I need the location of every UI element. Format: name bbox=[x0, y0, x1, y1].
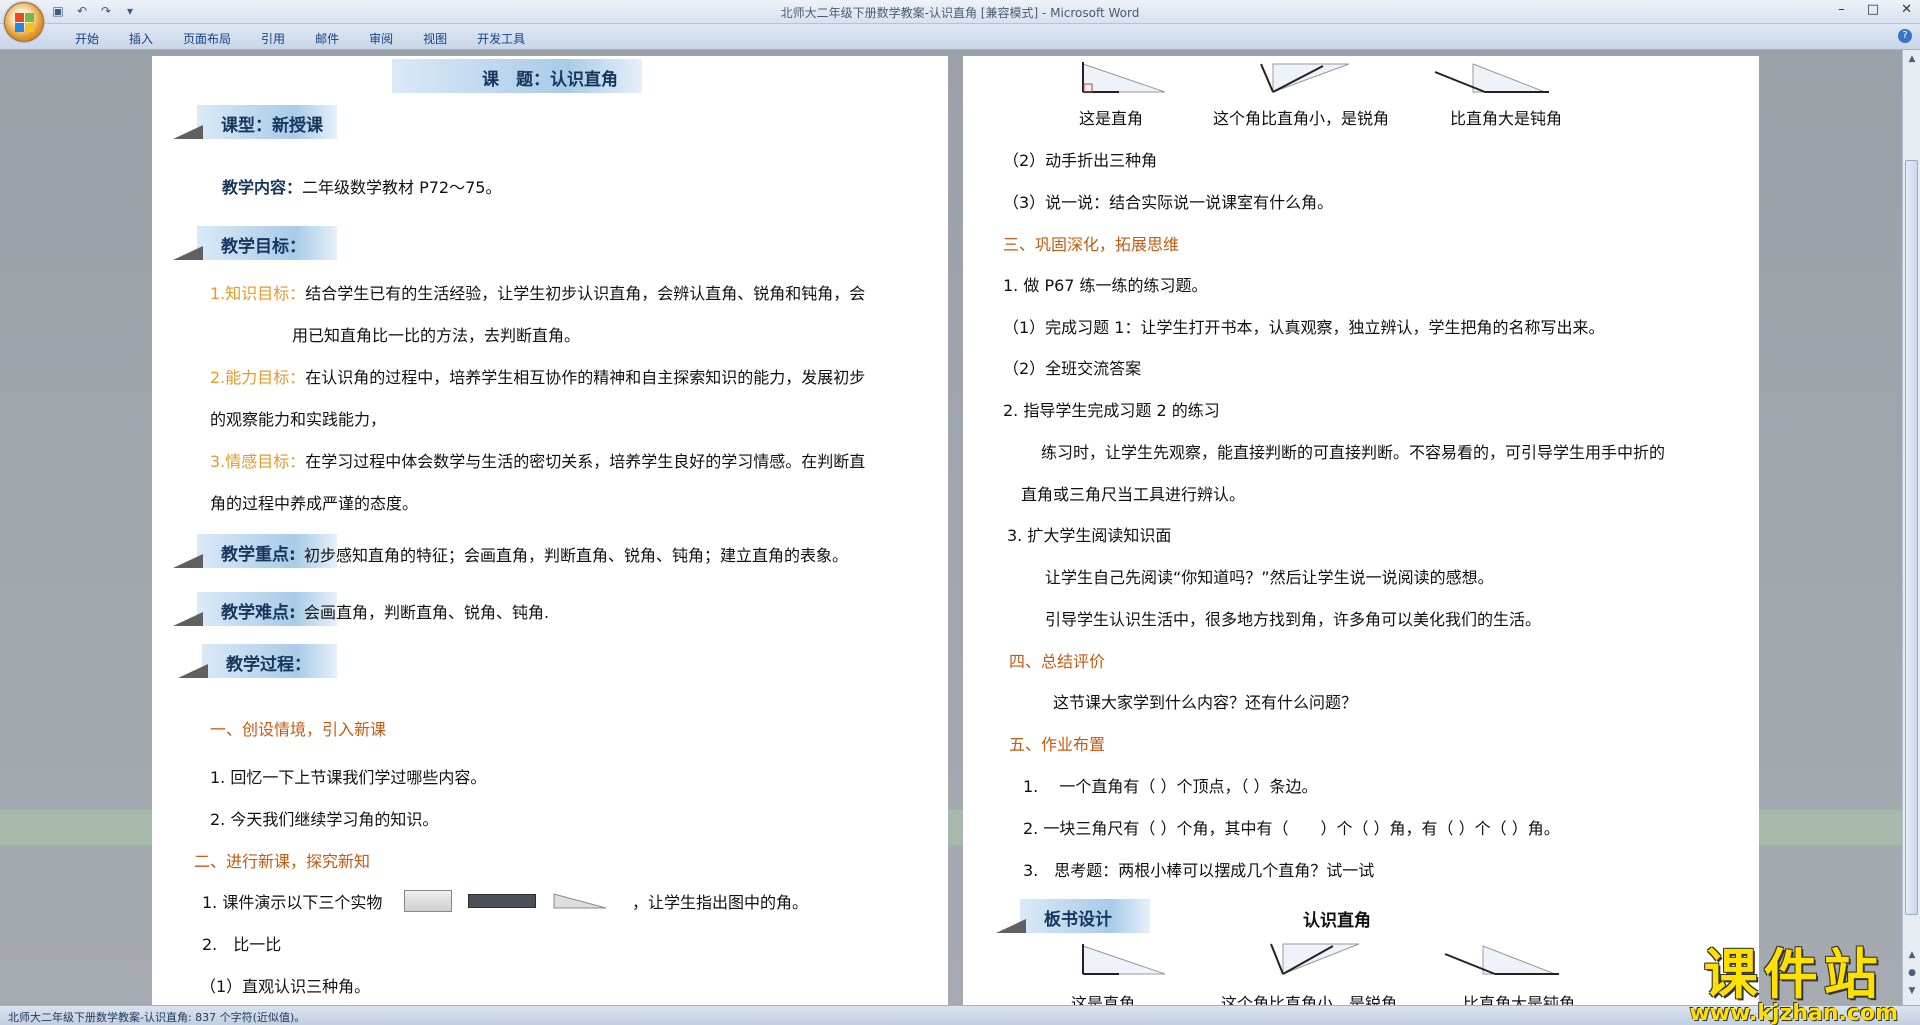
section-3-item-3-line1: 让学生自己先阅读“你知道吗？”然后让学生说一说阅读的感想。 bbox=[1045, 568, 1494, 587]
section-3-title: 三、巩固深化，拓展思维 bbox=[1003, 235, 1180, 254]
title-bar: ▣ ↶ ↷ ▾ 北师大二年级下册数学教案-认识直角 [兼容模式] - Micro… bbox=[0, 0, 1920, 42]
minimize-button[interactable]: – bbox=[1838, 2, 1845, 17]
tab-view[interactable]: 视图 bbox=[408, 30, 462, 47]
section-3-item-2: 2. 指导学生完成习题 2 的练习 bbox=[1003, 401, 1220, 420]
obtuse-angle-figure bbox=[1433, 60, 1553, 100]
help-icon[interactable]: ? bbox=[1898, 29, 1912, 43]
board-acute-angle-figure bbox=[1263, 940, 1363, 982]
watermark-url: www.kjzhan.com bbox=[1689, 1001, 1898, 1025]
caption-acute-angle: 这个角比直角小，是锐角 bbox=[1213, 109, 1390, 128]
vertical-scrollbar[interactable]: ▲ ▲ ● ▼ bbox=[1902, 50, 1920, 1005]
section-1-item-1: 1. 回忆一下上节课我们学过哪些内容。 bbox=[210, 768, 487, 787]
goal-knowledge-line2: 用已知直角比一比的方法，去判断直角。 bbox=[292, 326, 581, 345]
document-page-left[interactable]: 课 题：认识直角 课型：新授课 教学内容：二年级数学教材 P72～75。 教学目… bbox=[152, 56, 948, 1006]
homework-3: 3. 思考题：两根小棒可以摆成几个直角？试一试 bbox=[1023, 861, 1375, 880]
scrollbar-thumb[interactable] bbox=[1905, 160, 1918, 915]
goal-emotion-line2: 角的过程中养成严谨的态度。 bbox=[210, 494, 419, 513]
tab-review[interactable]: 审阅 bbox=[354, 30, 408, 47]
teaching-content: 教学内容：二年级数学教材 P72～75。 bbox=[222, 178, 502, 197]
window-title: 北师大二年级下册数学教案-认识直角 [兼容模式] - Microsoft Wor… bbox=[780, 6, 1140, 20]
line-say-angles: （3）说一说：结合实际说一说课室有什么角。 bbox=[1003, 193, 1334, 212]
board-design-heading: 板书设计 bbox=[996, 899, 1150, 933]
goal-emotion: 3.情感目标：在学习过程中体会数学与生活的密切关系，培养学生良好的学习情感。在判… bbox=[210, 452, 866, 471]
right-angle-figure bbox=[1079, 60, 1169, 100]
goal-knowledge: 1.知识目标：结合学生已有的生活经验，让学生初步认识直角，会辨认直角、锐角和钝角… bbox=[210, 284, 866, 303]
section-3-item-1b: （2）全班交流答案 bbox=[1003, 359, 1142, 378]
board-right-angle-figure bbox=[1079, 942, 1169, 982]
section-3-item-3-line2: 引导学生认识生活中，很多地方找到角，许多角可以美化我们的生活。 bbox=[1045, 610, 1542, 629]
homework-2: 2. 一块三角尺有（ ）个角，其中有（ ）个（ ）角，有（ ）个（ ）角。 bbox=[1023, 819, 1560, 838]
section-2-title: 二、进行新课，探究新知 bbox=[194, 852, 371, 871]
goal-ability: 2.能力目标：在认识角的过程中，培养学生相互协作的精神和自主探索知识的能力，发展… bbox=[210, 368, 866, 387]
watermark-title: 课件站 bbox=[1703, 943, 1884, 1006]
difficulty-text: 会画直角，判断直角、锐角、钝角. bbox=[304, 603, 550, 622]
prev-page-icon[interactable]: ▲ bbox=[1906, 950, 1918, 962]
board-caption-obtuse-angle: 比直角大是钝角 bbox=[1463, 994, 1576, 1006]
board-caption-acute-angle: 这个角比直角小，是锐角 bbox=[1221, 994, 1398, 1006]
browse-object-icon[interactable]: ● bbox=[1906, 968, 1918, 980]
tab-page-layout[interactable]: 页面布局 bbox=[168, 30, 246, 47]
caption-obtuse-angle: 比直角大是钝角 bbox=[1450, 109, 1563, 128]
key-point-text: 初步感知直角的特征；会画直角，判断直角、锐角、钝角；建立直角的表象。 bbox=[304, 546, 849, 565]
section-5-title: 五、作业布置 bbox=[1009, 735, 1106, 754]
caption-right-angle: 这是直角 bbox=[1079, 109, 1144, 128]
section-2-item-1-b: ，让学生指出图中的角。 bbox=[632, 893, 809, 912]
lesson-type-heading: 课型：新授课 bbox=[173, 105, 337, 139]
teaching-process-heading: 教学过程： bbox=[178, 644, 337, 678]
status-bar: 北师大二年级下册数学教案-认识直角: 837 个字符(近似值)。 bbox=[0, 1005, 1920, 1025]
board-obtuse-angle-figure bbox=[1443, 942, 1563, 982]
maximize-button[interactable]: □ bbox=[1867, 2, 1879, 17]
board-caption-right-angle: 这是直角 bbox=[1071, 994, 1136, 1006]
acute-angle-figure bbox=[1253, 60, 1353, 100]
section-3-item-2-line1: 练习时，让学生先观察，能直接判断的可直接判断。不容易看的，可引导学生用手中折的 bbox=[1041, 443, 1666, 462]
section-3-item-2-line2: 直角或三角尺当工具进行辨认。 bbox=[1021, 485, 1246, 504]
topic-heading: 课 题：认识直角 bbox=[392, 59, 642, 93]
set-square-image bbox=[552, 888, 608, 916]
document-page-right[interactable]: 这是直角 这个角比直角小，是锐角 比直角大是钝角 （2）动手折出三种角 （3）说… bbox=[963, 56, 1759, 1006]
tab-insert[interactable]: 插入 bbox=[114, 30, 168, 47]
tab-developer[interactable]: 开发工具 bbox=[462, 30, 540, 47]
kjzhan-watermark-logo: 课件站 www.kjzhan.com bbox=[1689, 930, 1898, 1025]
office-button-icon[interactable] bbox=[4, 2, 44, 42]
section-4-title: 四、总结评价 bbox=[1009, 652, 1106, 671]
section-3-item-1a: （1）完成习题 1：让学生打开书本，认真观察，独立辨认，学生把角的名称写出来。 bbox=[1003, 318, 1605, 337]
tab-references[interactable]: 引用 bbox=[246, 30, 300, 47]
section-3-item-3: 3. 扩大学生阅读知识面 bbox=[1007, 526, 1172, 545]
teaching-goals-heading: 教学目标： bbox=[173, 226, 337, 260]
ruler-image bbox=[468, 894, 536, 908]
section-2-item-3: （1）直观认识三种角。 bbox=[200, 977, 371, 996]
eraser-image bbox=[404, 890, 452, 912]
ribbon-tabs-bar: 开始 插入 页面布局 引用 邮件 审阅 视图 开发工具 ? bbox=[0, 24, 1920, 50]
section-2-item-2: 2. 比一比 bbox=[202, 935, 282, 954]
homework-1: 1. 一个直角有（ ）个顶点，（ ）条边。 bbox=[1023, 777, 1318, 796]
section-3-item-1: 1. 做 P67 练一练的练习题。 bbox=[1003, 276, 1208, 295]
section-4-text: 这节课大家学到什么内容？还有什么问题？ bbox=[1053, 693, 1358, 712]
next-page-icon[interactable]: ▼ bbox=[1906, 986, 1918, 998]
line-fold-angles: （2）动手折出三种角 bbox=[1003, 151, 1158, 170]
scroll-up-icon[interactable]: ▲ bbox=[1906, 54, 1918, 66]
section-2-item-1: 1. 课件演示以下三个实物 bbox=[202, 893, 383, 912]
goal-ability-line2: 的观察能力和实践能力， bbox=[210, 410, 387, 429]
window-controls: – □ ✕ bbox=[1838, 2, 1912, 17]
section-1-item-2: 2. 今天我们继续学习角的知识。 bbox=[210, 810, 439, 829]
close-button[interactable]: ✕ bbox=[1901, 2, 1912, 17]
section-1-title: 一、创设情境，引入新课 bbox=[210, 720, 387, 739]
tab-home[interactable]: 开始 bbox=[60, 30, 114, 47]
tab-mailings[interactable]: 邮件 bbox=[300, 30, 354, 47]
board-title: 认识直角 bbox=[1303, 911, 1371, 931]
